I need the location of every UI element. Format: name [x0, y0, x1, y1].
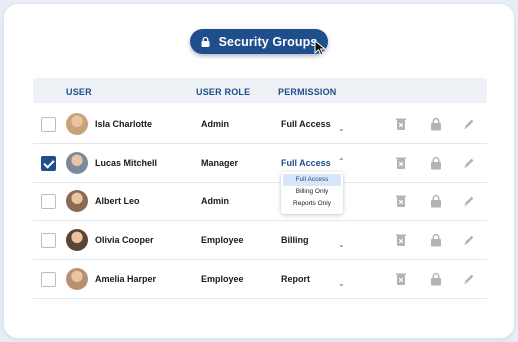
user-name: Amelia Harper — [95, 274, 157, 284]
user-role: Admin — [201, 119, 229, 129]
mouse-pointer-icon — [314, 40, 327, 56]
lock-icon[interactable] — [429, 117, 443, 131]
user-name: Olivia Cooper — [95, 235, 154, 245]
table-row: Lucas Mitchell Manager Full Access ⌃ — [33, 144, 487, 183]
edit-icon[interactable] — [462, 156, 476, 170]
avatar — [66, 113, 88, 135]
table-row: Amelia Harper Employee Report ⌄ — [33, 260, 487, 299]
lock-icon — [201, 36, 210, 47]
lock-icon[interactable] — [429, 233, 443, 247]
user-name: Albert Leo — [95, 196, 140, 206]
avatar — [66, 229, 88, 251]
user-role: Admin — [201, 196, 229, 206]
dropdown-option-reports-only[interactable]: Reports Only — [283, 198, 341, 210]
user-name: Isla Charlotte — [95, 119, 153, 129]
row-checkbox[interactable] — [41, 194, 56, 209]
permission-select[interactable]: Full Access — [281, 119, 331, 129]
security-groups-title: Security Groups — [218, 34, 318, 49]
user-role: Manager — [201, 158, 239, 168]
permission-select[interactable]: Report — [281, 274, 310, 284]
avatar — [66, 190, 88, 212]
chevron-down-icon[interactable]: ⌄ — [338, 279, 345, 288]
column-header-user: USER — [66, 87, 92, 97]
edit-icon[interactable] — [462, 272, 476, 286]
column-header-role: USER ROLE — [196, 87, 251, 97]
delete-icon[interactable] — [394, 272, 408, 286]
user-role: Employee — [201, 235, 244, 245]
lock-icon[interactable] — [429, 194, 443, 208]
security-groups-button[interactable]: Security Groups — [190, 29, 328, 54]
lock-icon[interactable] — [429, 156, 443, 170]
row-checkbox[interactable] — [41, 233, 56, 248]
user-role: Employee — [201, 274, 244, 284]
chevron-down-icon[interactable]: ⌄ — [338, 240, 345, 249]
permission-select[interactable]: Billing — [281, 235, 309, 245]
delete-icon[interactable] — [394, 233, 408, 247]
edit-icon[interactable] — [462, 233, 476, 247]
table-header — [33, 78, 487, 103]
user-name: Lucas Mitchell — [95, 158, 158, 168]
row-checkbox[interactable] — [41, 117, 56, 132]
avatar — [66, 268, 88, 290]
table-row: Olivia Cooper Employee Billing ⌄ — [33, 221, 487, 260]
row-checkbox[interactable] — [41, 156, 56, 171]
table-row: Albert LeoAdmin⌄ — [33, 182, 487, 221]
chevron-down-icon[interactable]: ⌄ — [338, 124, 345, 133]
dropdown-option-full-access[interactable]: Full Access — [283, 174, 341, 186]
delete-icon[interactable] — [394, 194, 408, 208]
avatar — [66, 152, 88, 174]
lock-icon[interactable] — [429, 272, 443, 286]
column-header-permission: PERMISSION — [278, 87, 337, 97]
delete-icon[interactable] — [394, 117, 408, 131]
delete-icon[interactable] — [394, 156, 408, 170]
edit-icon[interactable] — [462, 117, 476, 131]
row-checkbox[interactable] — [41, 272, 56, 287]
chevron-up-icon[interactable]: ⌃ — [338, 157, 345, 166]
table-row: Isla Charlotte Admin Full Access ⌄ — [33, 105, 487, 144]
dropdown-option-billing-only[interactable]: Billing Only — [283, 186, 341, 198]
permission-select[interactable]: Full Access — [281, 158, 331, 168]
edit-icon[interactable] — [462, 194, 476, 208]
permission-dropdown-menu: Full Access Billing Only Reports Only — [281, 172, 343, 214]
